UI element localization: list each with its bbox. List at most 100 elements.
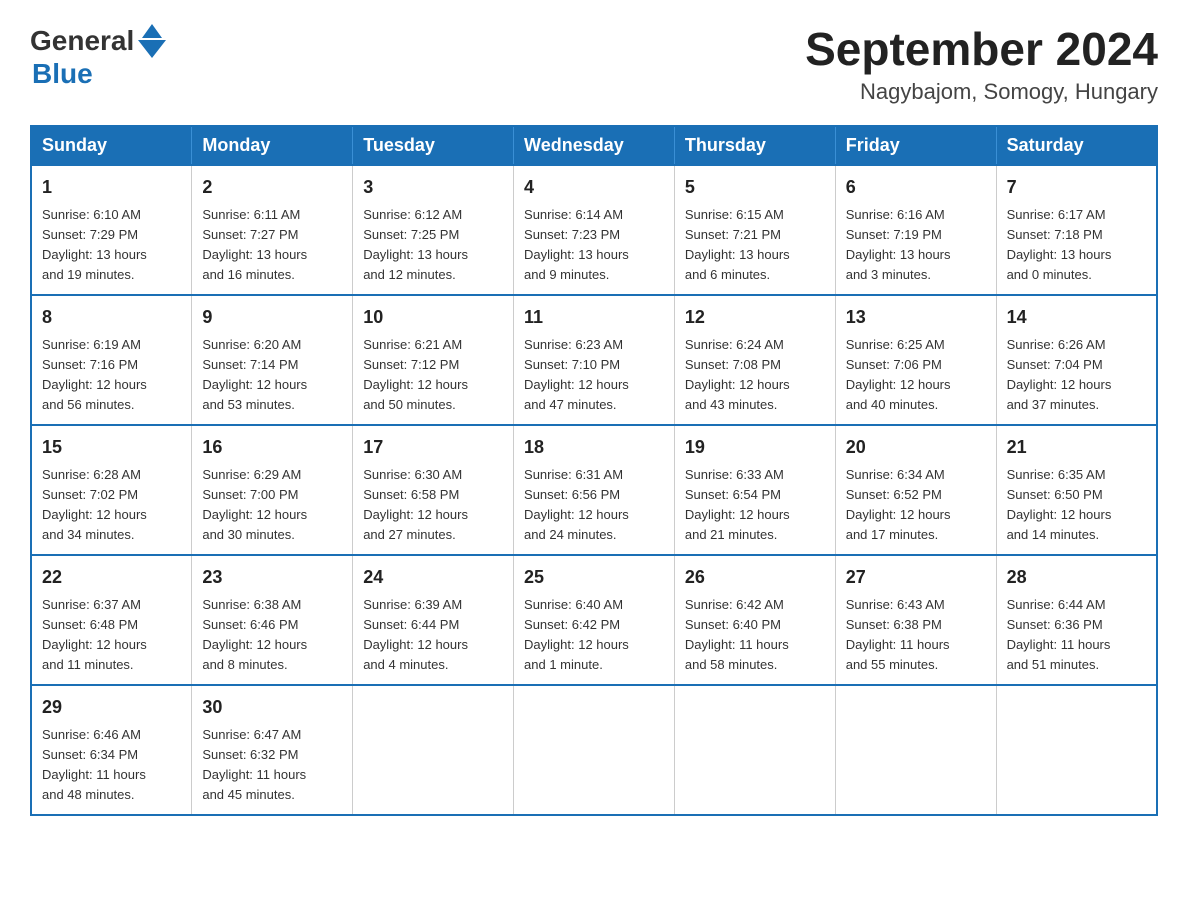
calendar-cell: 28 Sunrise: 6:44 AMSunset: 6:36 PMDaylig… [996, 555, 1157, 685]
day-number: 28 [1007, 564, 1146, 591]
day-number: 20 [846, 434, 986, 461]
day-info: Sunrise: 6:19 AMSunset: 7:16 PMDaylight:… [42, 337, 147, 413]
calendar-cell: 7 Sunrise: 6:17 AMSunset: 7:18 PMDayligh… [996, 165, 1157, 295]
calendar-title: September 2024 [805, 24, 1158, 75]
day-number: 9 [202, 304, 342, 331]
logo-blue-text: Blue [32, 58, 93, 90]
calendar-cell: 18 Sunrise: 6:31 AMSunset: 6:56 PMDaylig… [514, 425, 675, 555]
day-number: 29 [42, 694, 181, 721]
col-wednesday: Wednesday [514, 126, 675, 165]
day-info: Sunrise: 6:35 AMSunset: 6:50 PMDaylight:… [1007, 467, 1112, 543]
calendar-cell: 16 Sunrise: 6:29 AMSunset: 7:00 PMDaylig… [192, 425, 353, 555]
day-info: Sunrise: 6:29 AMSunset: 7:00 PMDaylight:… [202, 467, 307, 543]
day-info: Sunrise: 6:16 AMSunset: 7:19 PMDaylight:… [846, 207, 951, 283]
title-section: September 2024 Nagybajom, Somogy, Hungar… [805, 24, 1158, 105]
day-number: 11 [524, 304, 664, 331]
day-info: Sunrise: 6:30 AMSunset: 6:58 PMDaylight:… [363, 467, 468, 543]
day-info: Sunrise: 6:12 AMSunset: 7:25 PMDaylight:… [363, 207, 468, 283]
calendar-cell: 10 Sunrise: 6:21 AMSunset: 7:12 PMDaylig… [353, 295, 514, 425]
calendar-cell: 6 Sunrise: 6:16 AMSunset: 7:19 PMDayligh… [835, 165, 996, 295]
day-info: Sunrise: 6:42 AMSunset: 6:40 PMDaylight:… [685, 597, 789, 673]
day-number: 12 [685, 304, 825, 331]
day-number: 30 [202, 694, 342, 721]
calendar-cell [674, 685, 835, 815]
day-number: 26 [685, 564, 825, 591]
logo-general-text: General [30, 25, 134, 57]
day-number: 23 [202, 564, 342, 591]
day-info: Sunrise: 6:24 AMSunset: 7:08 PMDaylight:… [685, 337, 790, 413]
day-number: 4 [524, 174, 664, 201]
day-number: 17 [363, 434, 503, 461]
calendar-cell: 22 Sunrise: 6:37 AMSunset: 6:48 PMDaylig… [31, 555, 192, 685]
col-tuesday: Tuesday [353, 126, 514, 165]
day-number: 5 [685, 174, 825, 201]
day-number: 16 [202, 434, 342, 461]
day-info: Sunrise: 6:31 AMSunset: 6:56 PMDaylight:… [524, 467, 629, 543]
day-info: Sunrise: 6:46 AMSunset: 6:34 PMDaylight:… [42, 727, 146, 803]
calendar-cell: 5 Sunrise: 6:15 AMSunset: 7:21 PMDayligh… [674, 165, 835, 295]
calendar-body: 1 Sunrise: 6:10 AMSunset: 7:29 PMDayligh… [31, 165, 1157, 815]
day-number: 27 [846, 564, 986, 591]
calendar-cell: 1 Sunrise: 6:10 AMSunset: 7:29 PMDayligh… [31, 165, 192, 295]
calendar-week-row: 29 Sunrise: 6:46 AMSunset: 6:34 PMDaylig… [31, 685, 1157, 815]
calendar-cell: 15 Sunrise: 6:28 AMSunset: 7:02 PMDaylig… [31, 425, 192, 555]
day-number: 22 [42, 564, 181, 591]
day-info: Sunrise: 6:17 AMSunset: 7:18 PMDaylight:… [1007, 207, 1112, 283]
calendar-cell: 23 Sunrise: 6:38 AMSunset: 6:46 PMDaylig… [192, 555, 353, 685]
day-info: Sunrise: 6:20 AMSunset: 7:14 PMDaylight:… [202, 337, 307, 413]
day-number: 24 [363, 564, 503, 591]
calendar-header: Sunday Monday Tuesday Wednesday Thursday… [31, 126, 1157, 165]
day-info: Sunrise: 6:21 AMSunset: 7:12 PMDaylight:… [363, 337, 468, 413]
col-friday: Friday [835, 126, 996, 165]
day-number: 13 [846, 304, 986, 331]
day-number: 3 [363, 174, 503, 201]
calendar-week-row: 1 Sunrise: 6:10 AMSunset: 7:29 PMDayligh… [31, 165, 1157, 295]
calendar-cell: 9 Sunrise: 6:20 AMSunset: 7:14 PMDayligh… [192, 295, 353, 425]
logo-triangle-bottom [138, 40, 166, 58]
day-info: Sunrise: 6:44 AMSunset: 6:36 PMDaylight:… [1007, 597, 1111, 673]
day-number: 10 [363, 304, 503, 331]
day-info: Sunrise: 6:14 AMSunset: 7:23 PMDaylight:… [524, 207, 629, 283]
calendar-cell: 24 Sunrise: 6:39 AMSunset: 6:44 PMDaylig… [353, 555, 514, 685]
calendar-week-row: 8 Sunrise: 6:19 AMSunset: 7:16 PMDayligh… [31, 295, 1157, 425]
calendar-cell: 11 Sunrise: 6:23 AMSunset: 7:10 PMDaylig… [514, 295, 675, 425]
col-sunday: Sunday [31, 126, 192, 165]
day-info: Sunrise: 6:10 AMSunset: 7:29 PMDaylight:… [42, 207, 147, 283]
calendar-cell [835, 685, 996, 815]
calendar-cell: 30 Sunrise: 6:47 AMSunset: 6:32 PMDaylig… [192, 685, 353, 815]
day-info: Sunrise: 6:26 AMSunset: 7:04 PMDaylight:… [1007, 337, 1112, 413]
day-number: 7 [1007, 174, 1146, 201]
day-info: Sunrise: 6:33 AMSunset: 6:54 PMDaylight:… [685, 467, 790, 543]
calendar-cell: 12 Sunrise: 6:24 AMSunset: 7:08 PMDaylig… [674, 295, 835, 425]
day-info: Sunrise: 6:34 AMSunset: 6:52 PMDaylight:… [846, 467, 951, 543]
day-info: Sunrise: 6:37 AMSunset: 6:48 PMDaylight:… [42, 597, 147, 673]
calendar-week-row: 15 Sunrise: 6:28 AMSunset: 7:02 PMDaylig… [31, 425, 1157, 555]
calendar-cell: 4 Sunrise: 6:14 AMSunset: 7:23 PMDayligh… [514, 165, 675, 295]
page-header: General Blue September 2024 Nagybajom, S… [30, 24, 1158, 105]
calendar-cell: 27 Sunrise: 6:43 AMSunset: 6:38 PMDaylig… [835, 555, 996, 685]
calendar-cell: 17 Sunrise: 6:30 AMSunset: 6:58 PMDaylig… [353, 425, 514, 555]
calendar-week-row: 22 Sunrise: 6:37 AMSunset: 6:48 PMDaylig… [31, 555, 1157, 685]
day-info: Sunrise: 6:15 AMSunset: 7:21 PMDaylight:… [685, 207, 790, 283]
calendar-subtitle: Nagybajom, Somogy, Hungary [805, 79, 1158, 105]
calendar-cell: 29 Sunrise: 6:46 AMSunset: 6:34 PMDaylig… [31, 685, 192, 815]
calendar-cell: 26 Sunrise: 6:42 AMSunset: 6:40 PMDaylig… [674, 555, 835, 685]
col-monday: Monday [192, 126, 353, 165]
day-info: Sunrise: 6:43 AMSunset: 6:38 PMDaylight:… [846, 597, 950, 673]
day-info: Sunrise: 6:23 AMSunset: 7:10 PMDaylight:… [524, 337, 629, 413]
day-number: 14 [1007, 304, 1146, 331]
day-number: 18 [524, 434, 664, 461]
calendar-cell: 13 Sunrise: 6:25 AMSunset: 7:06 PMDaylig… [835, 295, 996, 425]
calendar-cell [353, 685, 514, 815]
day-info: Sunrise: 6:47 AMSunset: 6:32 PMDaylight:… [202, 727, 306, 803]
header-row: Sunday Monday Tuesday Wednesday Thursday… [31, 126, 1157, 165]
calendar-cell: 8 Sunrise: 6:19 AMSunset: 7:16 PMDayligh… [31, 295, 192, 425]
day-info: Sunrise: 6:39 AMSunset: 6:44 PMDaylight:… [363, 597, 468, 673]
calendar-cell: 20 Sunrise: 6:34 AMSunset: 6:52 PMDaylig… [835, 425, 996, 555]
day-number: 21 [1007, 434, 1146, 461]
day-number: 1 [42, 174, 181, 201]
calendar-cell: 3 Sunrise: 6:12 AMSunset: 7:25 PMDayligh… [353, 165, 514, 295]
day-info: Sunrise: 6:40 AMSunset: 6:42 PMDaylight:… [524, 597, 629, 673]
day-number: 15 [42, 434, 181, 461]
col-thursday: Thursday [674, 126, 835, 165]
